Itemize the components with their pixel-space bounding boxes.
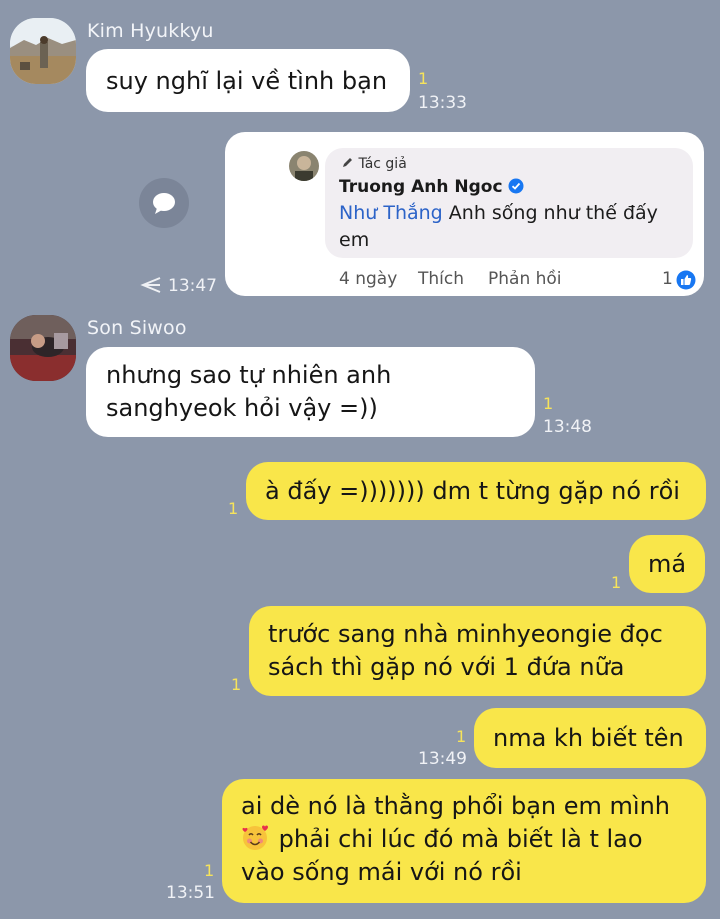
- message-text-line: ai dè nó là thằng phổi bạn em mình: [241, 792, 671, 820]
- like-count: 1: [662, 269, 673, 289]
- message-bubble[interactable]: má: [629, 535, 705, 593]
- message-text: má: [648, 550, 687, 578]
- comment-body: Tác giả Truong Anh Ngoc Như Thắng Anh số…: [325, 148, 693, 258]
- author-tag-label: Tác giả: [358, 156, 407, 172]
- read-count: 1: [611, 573, 622, 592]
- message-bubble[interactable]: nma kh biết tên: [474, 708, 706, 768]
- comment-author-avatar: [289, 151, 319, 181]
- like-link[interactable]: Thích: [418, 269, 464, 289]
- read-count: 1: [231, 675, 242, 694]
- message-bubble[interactable]: ai dè nó là thằng phổi bạn em mình phải …: [222, 779, 706, 903]
- read-count: 1: [456, 727, 467, 746]
- message-text: à đấy =))))))) dm t từng gặp nó rồi: [265, 477, 680, 505]
- read-count: 1: [228, 499, 239, 518]
- message-time: 13:48: [543, 417, 592, 437]
- avatar-photo: [10, 315, 76, 381]
- avatar-son-siwoo[interactable]: [10, 315, 76, 381]
- like-badge-icon: [676, 270, 696, 294]
- message-text: nma kh biết tên: [493, 724, 684, 752]
- message-text-line: vào sống mái với nó rồi: [241, 858, 522, 886]
- message-text-line: sách thì gặp nó với 1 đứa nữa: [268, 653, 625, 681]
- message-bubble[interactable]: suy nghĩ lại về tình bạn: [86, 49, 410, 112]
- comment-mention[interactable]: Như Thắng: [339, 202, 443, 224]
- smiling-face-with-hearts-icon: [242, 825, 268, 850]
- shared-comment-card[interactable]: Tác giả Truong Anh Ngoc Như Thắng Anh số…: [225, 132, 704, 296]
- message-bubble[interactable]: trước sang nhà minhyeongie đọc sách thì …: [249, 606, 706, 696]
- comment-author[interactable]: Truong Anh Ngoc: [339, 177, 524, 197]
- pencil-icon: [343, 158, 352, 167]
- message-bubble[interactable]: nhưng sao tự nhiên anh sanghyeok hỏi vậy…: [86, 347, 535, 437]
- read-count: 1: [204, 861, 215, 880]
- share-button[interactable]: [139, 178, 189, 228]
- message-time: 13:33: [418, 93, 467, 113]
- message-text-line-with-emoji: phải chi lúc đó mà biết là t lao: [241, 823, 706, 856]
- verified-badge-icon: [508, 178, 524, 194]
- sender-name: Kim Hyukkyu: [87, 20, 214, 42]
- message-bubble[interactable]: à đấy =))))))) dm t từng gặp nó rồi: [246, 462, 706, 520]
- message-text-line: nhưng sao tự nhiên anh: [106, 361, 392, 389]
- message-text-line: trước sang nhà minhyeongie đọc: [268, 620, 663, 648]
- message-time: 13:51: [166, 883, 215, 903]
- author-tag: Tác giả: [341, 156, 407, 172]
- message-text: suy nghĩ lại về tình bạn: [106, 67, 388, 95]
- avatar-kim-hyukkyu[interactable]: [10, 18, 76, 84]
- avatar-photo: [10, 18, 76, 84]
- comment-text: Như Thắng Anh sống như thế đấy em: [339, 200, 679, 254]
- sender-name: Son Siwoo: [87, 317, 187, 339]
- reply-link[interactable]: Phản hồi: [488, 269, 562, 289]
- forward-icon[interactable]: [140, 276, 162, 298]
- read-count: 1: [543, 394, 554, 413]
- message-time: 13:49: [418, 749, 467, 769]
- message-text-line: phải chi lúc đó mà biết là t lao: [271, 825, 643, 853]
- read-count: 1: [418, 69, 429, 88]
- message-time: 13:47: [168, 276, 217, 296]
- message-text-line: sanghyeok hỏi vậy =)): [106, 394, 378, 422]
- comment-age: 4 ngày: [339, 269, 398, 289]
- share-icon: [153, 193, 175, 214]
- comment-author-name: Truong Anh Ngoc: [339, 177, 503, 197]
